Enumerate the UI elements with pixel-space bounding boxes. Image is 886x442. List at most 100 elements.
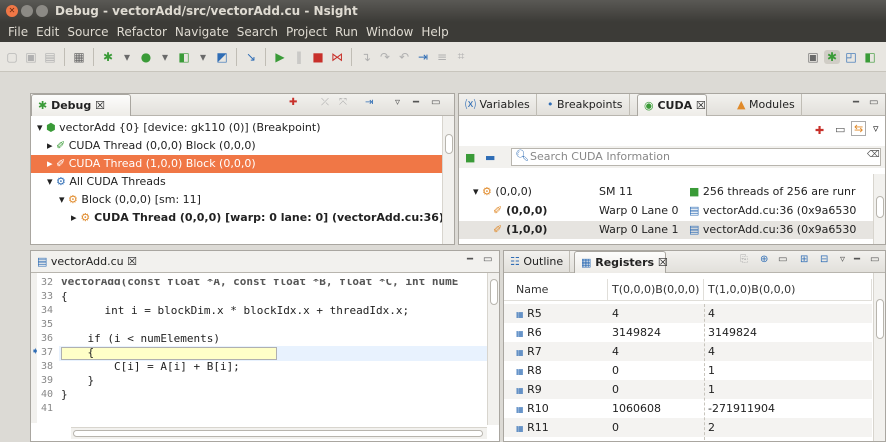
close-icon[interactable]: ✕ <box>6 5 18 17</box>
register-value[interactable]: -271911904 <box>704 399 775 418</box>
menu-navigate[interactable]: Navigate <box>171 25 233 39</box>
register-value[interactable]: 4 <box>704 342 715 361</box>
tree-row[interactable]: ▾ ⚙ Block (0,0,0) [sm: 11] <box>59 191 201 209</box>
use-step-filters-icon[interactable]: ⌗ <box>453 49 469 64</box>
table-row[interactable]: ▦ R7 <box>512 342 542 361</box>
view-menu-icon[interactable]: ▿ <box>840 254 845 265</box>
menu-source[interactable]: Source <box>63 25 112 39</box>
register-value[interactable]: 4 <box>704 304 715 323</box>
code-line[interactable]: { <box>61 290 68 303</box>
print-icon[interactable]: ▤ <box>42 50 58 64</box>
collapse-icon[interactable]: ▭ <box>835 123 845 136</box>
register-value[interactable]: 4 <box>608 342 619 361</box>
terminate-icon[interactable]: ■ <box>310 50 326 64</box>
tree-row[interactable]: ▾ ⚙ All CUDA Threads <box>47 173 166 191</box>
tab-editor[interactable]: ▤ vectorAdd.cu ☒ <box>31 251 143 273</box>
remove-icon[interactable]: ⤫ <box>321 97 329 108</box>
profile-icon[interactable]: ◩ <box>214 50 230 64</box>
menu-project[interactable]: Project <box>282 25 331 39</box>
register-value[interactable]: 3149824 <box>704 323 757 342</box>
tree-row[interactable]: ✐ (1,0,0) <box>493 221 547 239</box>
debug-perspective-icon[interactable]: ✱ <box>824 49 840 64</box>
cuda-green-icon[interactable]: ■ <box>465 151 475 164</box>
suspend-icon[interactable]: ‖ <box>291 50 307 64</box>
table-row[interactable]: ▦ R5 <box>512 304 542 323</box>
minimize-view-icon[interactable]: ━ <box>854 254 860 265</box>
table-row[interactable]: ▦ R8 <box>512 361 542 380</box>
code-line[interactable]: if (i < numElements) <box>61 332 219 345</box>
cpp-perspective-icon[interactable]: ◰ <box>843 50 859 64</box>
table-row[interactable]: ▦ R9 <box>512 380 542 399</box>
code-line[interactable]: int int i = blockDim.x * blockIdx.x + th… <box>61 304 410 317</box>
minimize-view-icon[interactable]: ━ <box>467 254 473 265</box>
tree-row[interactable]: ▸ ⚙ CUDA Thread (0,0,0) [warp: 0 lane: 0… <box>71 209 444 227</box>
register-value[interactable]: 3149824 <box>608 323 661 342</box>
menu-file[interactable]: File <box>4 25 32 39</box>
resume-icon[interactable]: ▶ <box>272 50 288 64</box>
chevron-down-icon[interactable]: ▾ <box>195 50 211 64</box>
maximize-icon[interactable] <box>36 5 48 17</box>
tree-row-selected[interactable]: ▸ ✐ CUDA Thread (1,0,0) Block (0,0,0) <box>31 155 443 173</box>
tree-row[interactable]: ▾ ⚙ (0,0,0) <box>473 183 532 201</box>
build-icon[interactable]: ▦ <box>71 50 87 64</box>
external-tools-icon[interactable]: ◧ <box>176 50 192 64</box>
table-row[interactable]: ▦ R10 <box>512 399 549 418</box>
save-icon[interactable]: ▣ <box>23 50 39 64</box>
menu-edit[interactable]: Edit <box>32 25 63 39</box>
skip-breakpoints-icon[interactable]: ↘ <box>243 50 259 64</box>
new-group-icon[interactable]: ⊞ <box>800 254 808 265</box>
instruction-step-icon[interactable]: ⇥ <box>415 50 431 64</box>
register-value[interactable]: 0 <box>608 380 619 399</box>
column-header-thread0[interactable]: T(0,0,0)B(0,0,0) <box>608 279 704 301</box>
tab-cuda[interactable]: ◉ CUDA ☒ <box>637 94 707 116</box>
register-value[interactable]: 1060608 <box>608 399 661 418</box>
maximize-view-icon[interactable]: ▭ <box>483 254 492 265</box>
debug-icon[interactable]: ✱ <box>100 50 116 64</box>
tab-breakpoints[interactable]: • Breakpoints <box>541 94 630 116</box>
collapse-icon[interactable]: ▭ <box>778 254 787 265</box>
tab-registers[interactable]: ▦ Registers ☒ <box>574 251 668 273</box>
pin-icon[interactable]: ✚ <box>289 97 297 108</box>
vertical-scrollbar[interactable] <box>487 273 499 425</box>
table-row[interactable]: ▦ R6 <box>512 323 542 342</box>
tree-row[interactable]: ▸ ✐ CUDA Thread (0,0,0) Block (0,0,0) <box>47 137 256 155</box>
tab-outline[interactable]: ☷ Outline <box>504 251 571 273</box>
menu-refactor[interactable]: Refactor <box>113 25 171 39</box>
register-value[interactable]: 0 <box>608 361 619 380</box>
register-value[interactable]: 1 <box>704 361 715 380</box>
column-header-thread1[interactable]: T(1,0,0)B(0,0,0) <box>704 279 872 301</box>
view-menu-icon[interactable]: ▿ <box>873 122 879 135</box>
column-header-name[interactable]: Name <box>512 279 608 301</box>
step-into-icon[interactable]: ↴ <box>358 50 374 64</box>
code-line[interactable]: C[i] = A[i] + B[i]; <box>61 360 240 373</box>
menu-run[interactable]: Run <box>331 25 362 39</box>
chevron-down-icon[interactable]: ▾ <box>119 50 135 64</box>
step-return-icon[interactable]: ↶ <box>396 50 412 64</box>
vertical-scrollbar[interactable] <box>442 116 454 244</box>
chevron-down-icon[interactable]: ▾ <box>157 50 173 64</box>
drop-to-frame-icon[interactable]: ≡ <box>434 50 450 64</box>
maximize-view-icon[interactable]: ▭ <box>869 97 878 108</box>
register-value[interactable]: 1 <box>704 380 715 399</box>
vertical-scrollbar[interactable] <box>873 174 885 244</box>
link-icon[interactable]: ⇆ <box>851 121 867 136</box>
menu-help[interactable]: Help <box>417 25 452 39</box>
minimize-view-icon[interactable]: ━ <box>413 97 419 108</box>
maximize-view-icon[interactable]: ▭ <box>870 254 879 265</box>
minimize-icon[interactable] <box>21 5 33 17</box>
register-value[interactable]: 2 <box>704 418 715 437</box>
table-row[interactable]: ▦ R11 <box>512 418 549 437</box>
code-line[interactable]: vectorAdd(const float *A, const float *B… <box>61 279 458 288</box>
code-line[interactable]: } <box>61 374 94 387</box>
tree-row[interactable]: ✐ (0,0,0) <box>493 202 547 220</box>
step-over-icon[interactable]: ↷ <box>377 50 393 64</box>
format-icon[interactable]: ⎘ <box>740 254 748 265</box>
device-icon[interactable]: ▬ <box>485 151 495 164</box>
tab-modules[interactable]: ▲ Modules <box>731 94 802 116</box>
maximize-view-icon[interactable]: ▭ <box>431 97 440 108</box>
step-icon[interactable]: ⇥ <box>365 97 373 108</box>
code-line[interactable]: { <box>61 346 94 359</box>
run-icon[interactable]: ● <box>138 50 154 64</box>
tree-row[interactable]: ▾ ⬢ vectorAdd {0} [device: gk110 (0)] (B… <box>37 119 321 137</box>
register-value[interactable]: 0 <box>608 418 619 437</box>
